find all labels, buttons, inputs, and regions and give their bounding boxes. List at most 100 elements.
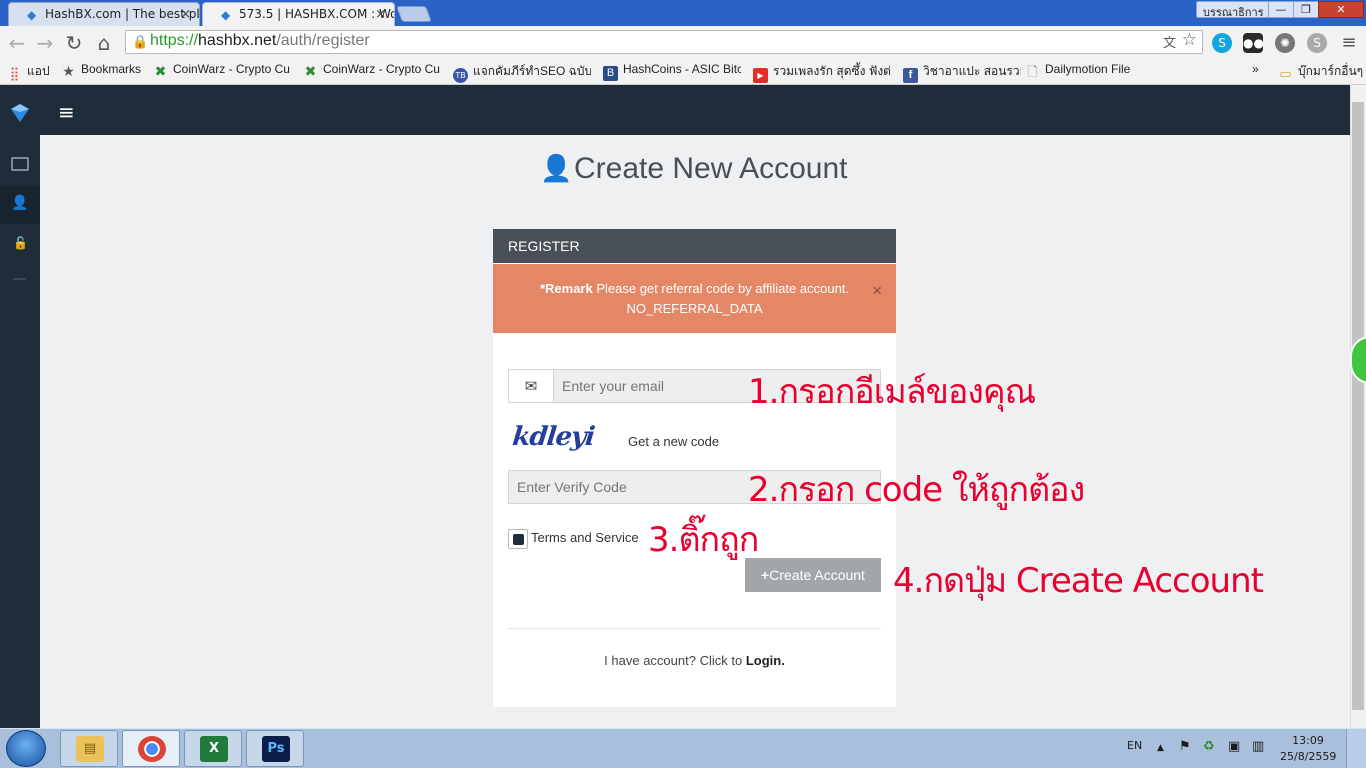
url-host: hashbx.net — [198, 32, 277, 49]
hashcoins-icon: B — [603, 66, 618, 81]
url-path: /auth/register — [276, 32, 370, 49]
translate-icon[interactable]: 文 — [1163, 32, 1176, 51]
bookmark-seo[interactable]: TB แจกคัมภีร์ทำSEO ฉบับเต็ — [453, 62, 591, 83]
show-desktop-button[interactable] — [1346, 729, 1366, 768]
bookmark-apps[interactable]: ⣿ แอป — [7, 62, 50, 81]
add-user-icon: 👤 — [11, 195, 29, 211]
envelope-icon: ✉ — [508, 369, 554, 403]
file-icon: 🗋 — [1027, 64, 1038, 79]
bookmark-label: CoinWarz - Crypto Cu — [323, 62, 440, 76]
back-button[interactable]: ← — [4, 30, 30, 56]
address-bar[interactable]: 🔒 https://hashbx.net/auth/register 文 ☆ — [125, 30, 1203, 54]
url-scheme: https:// — [150, 32, 199, 49]
network-icon[interactable]: ▥ — [1252, 739, 1264, 754]
bookmark-bookmarks[interactable]: ★ Bookmarks — [61, 62, 141, 79]
tab-close-icon[interactable]: × — [375, 7, 386, 22]
referral-alert: *Remark Please get referral code by affi… — [493, 264, 896, 333]
folder-icon: ▤ — [76, 736, 104, 762]
create-account-button[interactable]: +Create Account — [745, 558, 881, 592]
home-button[interactable]: ⌂ — [91, 30, 117, 56]
film-reel-extension-icon[interactable]: ✺ — [1275, 33, 1295, 53]
login-prompt: I have account? Click to Login. — [493, 653, 896, 668]
start-button[interactable] — [6, 730, 46, 767]
tab-title: HashBX.com | The best pl — [45, 7, 200, 21]
scrollbar-thumb[interactable] — [1352, 102, 1364, 710]
page-title: 👤Create New Account — [540, 152, 860, 186]
restore-button[interactable]: ❐ — [1293, 1, 1319, 18]
bookmark-coinwarz-2[interactable]: ✖ CoinWarz - Crypto Cu — [303, 62, 441, 79]
alert-code: NO_REFERRAL_DATA — [626, 301, 763, 316]
taskbar-photoshop[interactable]: Ps — [246, 730, 304, 767]
tray-expand-icon[interactable]: ▲ — [1157, 743, 1164, 753]
eyes-extension-icon[interactable]: ●● — [1243, 33, 1264, 53]
bookmark-label: Bookmarks — [81, 62, 142, 76]
annotation-step-3: 3.ติ๊กถูก — [648, 520, 759, 560]
skype-extension-icon[interactable]: S — [1212, 33, 1232, 53]
alert-close-icon[interactable]: × — [872, 281, 882, 301]
network-sync-icon[interactable]: ♻ — [1203, 739, 1215, 754]
bookmark-dailymotion[interactable]: 🗋 Dailymotion File — [1025, 62, 1130, 79]
hamburger-menu-icon[interactable]: ≡ — [58, 100, 75, 124]
action-center-flag-icon[interactable]: ⚑ — [1179, 739, 1191, 754]
hashbx-logo-icon[interactable] — [9, 102, 31, 124]
coinwarz-icon: ✖ — [154, 63, 167, 79]
tab-close-icon[interactable]: × — [180, 7, 191, 22]
bookmark-label: CoinWarz - Crypto Cu — [173, 62, 290, 76]
terms-checkbox[interactable] — [508, 529, 528, 549]
app-top-navbar — [40, 85, 1350, 135]
s-extension-icon[interactable]: S — [1307, 33, 1327, 53]
annotation-step-1: 1.กรอกอีเมล์ของคุณ — [748, 372, 1036, 412]
reload-button[interactable]: ↻ — [61, 30, 87, 56]
annotation-step-4: 4.กดปุ่ม Create Account — [893, 561, 1264, 601]
chrome-menu-icon[interactable]: ≡ — [1336, 30, 1362, 56]
forward-button[interactable]: → — [32, 30, 58, 56]
excel-icon: X — [200, 736, 228, 762]
new-tab-button[interactable] — [396, 6, 432, 22]
lock-icon[interactable]: 🔓 — [13, 236, 28, 250]
bookmark-hashcoins[interactable]: B HashCoins - ASIC Bitc — [603, 62, 741, 81]
get-new-code-link[interactable]: Get a new code — [628, 434, 719, 449]
lock-icon: 🔒 — [132, 34, 149, 49]
language-indicator[interactable]: EN — [1127, 739, 1142, 752]
hashbx-favicon-icon: ◆ — [221, 8, 231, 22]
system-clock[interactable]: 13:09 25/8/2559 — [1280, 733, 1336, 765]
bookmark-youtube[interactable]: ▶ รวมเพลงรัก สุดซึ้ง ฟังต่อเ — [753, 62, 891, 83]
bookmark-star-icon[interactable]: ☆ — [1182, 30, 1197, 50]
sidebar-divider — [13, 278, 26, 280]
tab-title: 573.5 | HASHBX.COM : Wo — [239, 7, 395, 21]
youtube-icon: ▶ — [753, 68, 768, 83]
device-icon[interactable]: ▣ — [1228, 739, 1240, 754]
tab-hashbx-register[interactable]: ◆ 573.5 | HASHBX.COM : Wo × — [202, 2, 395, 26]
facebook-icon: f — [903, 68, 918, 83]
bookmark-label: บุ๊กมาร์กอื่นๆ — [1298, 64, 1364, 78]
captcha-image: kdleyi — [510, 422, 596, 452]
app-sidebar — [0, 85, 40, 728]
bookmarks-overflow-button[interactable]: » — [1252, 62, 1259, 76]
clock-date: 25/8/2559 — [1280, 750, 1337, 763]
terms-label[interactable]: Terms and Service — [531, 530, 639, 545]
create-account-label: Create Account — [769, 567, 865, 583]
minimize-button[interactable]: — — [1268, 1, 1294, 18]
monitor-icon[interactable] — [11, 157, 29, 171]
bookmark-coinwarz-1[interactable]: ✖ CoinWarz - Crypto Cu — [153, 62, 291, 79]
sidebar-item-register[interactable]: 👤 — [0, 186, 40, 224]
bookmark-label: แอป — [27, 64, 50, 78]
apps-grid-icon: ⣿ — [9, 66, 20, 81]
other-bookmarks[interactable]: ▭ บุ๊กมาร์กอื่นๆ — [1278, 62, 1363, 81]
taskbar-excel[interactable]: X — [184, 730, 242, 767]
login-link[interactable]: Login. — [746, 653, 785, 668]
close-window-button[interactable]: ✕ — [1318, 1, 1364, 18]
tab-hashbx-home[interactable]: ◆ HashBX.com | The best pl × — [8, 2, 200, 26]
panel-divider — [508, 628, 881, 629]
profile-button[interactable]: บรรณาธิการ — [1196, 1, 1271, 19]
alert-text: Please get referral code by affiliate ac… — [592, 281, 850, 296]
bookmark-label: Dailymotion File — [1045, 62, 1131, 76]
taskbar-chrome[interactable] — [122, 730, 180, 767]
taskbar-explorer[interactable]: ▤ — [60, 730, 118, 767]
plus-icon: + — [761, 567, 770, 583]
bookmark-facebook[interactable]: f วิชาอาแปะ สอนรวย — [903, 62, 1021, 83]
bookmark-label: วิชาอาแปะ สอนรวย — [923, 64, 1021, 78]
seo-icon: TB — [453, 68, 468, 83]
bookmark-label: รวมเพลงรัก สุดซึ้ง ฟังต่อเ — [773, 64, 891, 78]
chrome-icon — [138, 736, 166, 762]
